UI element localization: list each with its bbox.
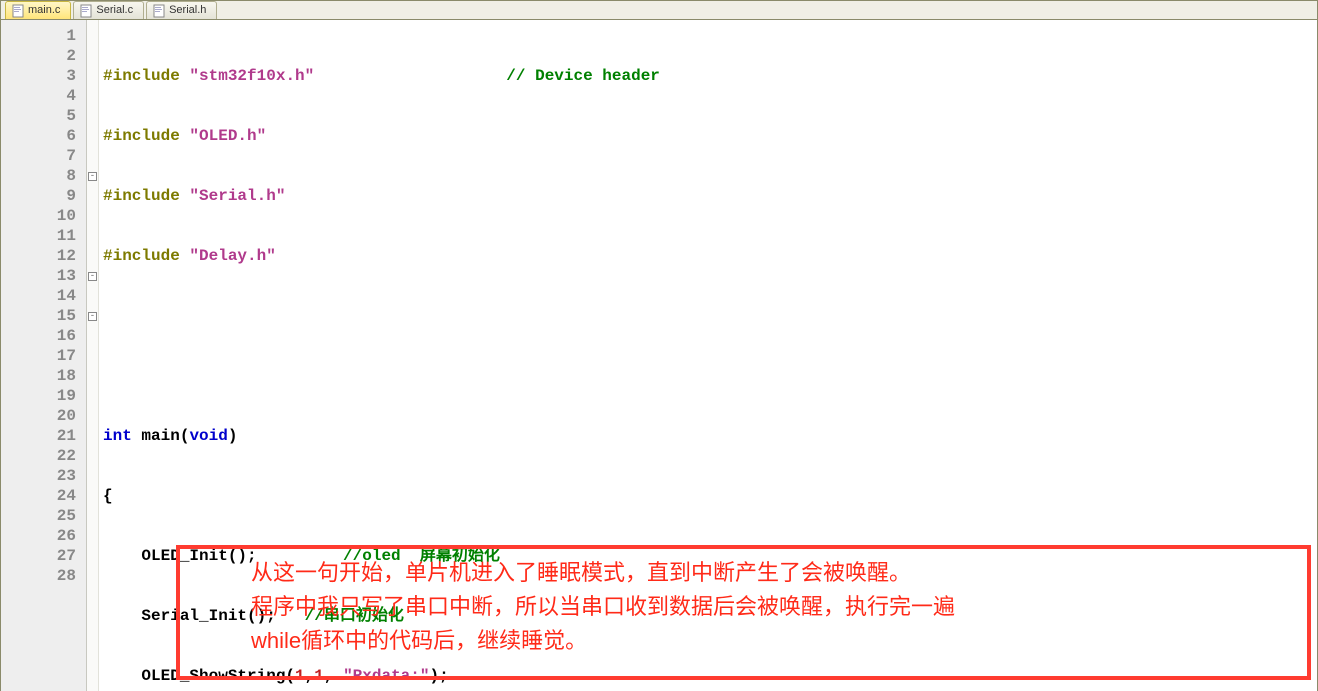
tab-bar: main.c Serial.c Serial.h bbox=[1, 1, 1317, 20]
code-line: OLED_Init(); //oled 屏幕初始化 bbox=[103, 546, 1317, 566]
fold-cell bbox=[87, 326, 98, 346]
fold-cell bbox=[87, 206, 98, 226]
line-number: 24 bbox=[1, 486, 76, 506]
line-number: 3 bbox=[1, 66, 76, 86]
tab-serial-h[interactable]: Serial.h bbox=[146, 1, 217, 19]
line-number: 13 bbox=[1, 266, 76, 286]
line-number: 4 bbox=[1, 86, 76, 106]
fold-cell bbox=[87, 426, 98, 446]
line-number: 15 bbox=[1, 306, 76, 326]
line-number: 27 bbox=[1, 546, 76, 566]
fold-cell bbox=[87, 406, 98, 426]
fold-cell bbox=[87, 566, 98, 586]
line-number: 17 bbox=[1, 346, 76, 366]
line-number: 11 bbox=[1, 226, 76, 246]
line-number: 2 bbox=[1, 46, 76, 66]
line-number: 10 bbox=[1, 206, 76, 226]
line-number: 18 bbox=[1, 366, 76, 386]
fold-cell bbox=[87, 446, 98, 466]
fold-cell bbox=[87, 26, 98, 46]
fold-cell bbox=[87, 506, 98, 526]
line-number-gutter: 1234567891011121314151617181920212223242… bbox=[1, 20, 87, 691]
code-line bbox=[103, 366, 1317, 386]
line-number: 12 bbox=[1, 246, 76, 266]
fold-cell bbox=[87, 66, 98, 86]
tab-label: Serial.c bbox=[96, 4, 133, 17]
line-number: 28 bbox=[1, 566, 76, 586]
line-number: 8 bbox=[1, 166, 76, 186]
code-line bbox=[103, 306, 1317, 326]
tab-serial-c[interactable]: Serial.c bbox=[73, 1, 144, 19]
fold-cell bbox=[87, 286, 98, 306]
file-h-icon bbox=[153, 4, 165, 18]
code-line: #include "stm32f10x.h" // Device header bbox=[103, 66, 1317, 86]
code-line: #include "Delay.h" bbox=[103, 246, 1317, 266]
fold-cell bbox=[87, 146, 98, 166]
fold-cell: - bbox=[87, 266, 98, 286]
code-editor[interactable]: 1234567891011121314151617181920212223242… bbox=[1, 20, 1317, 691]
line-number: 25 bbox=[1, 506, 76, 526]
line-number: 20 bbox=[1, 406, 76, 426]
fold-toggle-icon[interactable]: - bbox=[88, 272, 97, 281]
tab-main-c[interactable]: main.c bbox=[5, 1, 71, 19]
fold-cell: - bbox=[87, 306, 98, 326]
fold-cell bbox=[87, 466, 98, 486]
fold-cell bbox=[87, 546, 98, 566]
tab-label: main.c bbox=[28, 4, 60, 17]
fold-cell bbox=[87, 366, 98, 386]
fold-cell bbox=[87, 386, 98, 406]
file-c-icon bbox=[12, 4, 24, 18]
line-number: 22 bbox=[1, 446, 76, 466]
line-number: 6 bbox=[1, 126, 76, 146]
fold-cell bbox=[87, 86, 98, 106]
code-line: OLED_ShowString(1,1, "Rxdata:"); bbox=[103, 666, 1317, 686]
fold-cell bbox=[87, 346, 98, 366]
line-number: 9 bbox=[1, 186, 76, 206]
fold-cell bbox=[87, 126, 98, 146]
code-line: #include "Serial.h" bbox=[103, 186, 1317, 206]
tab-label: Serial.h bbox=[169, 4, 206, 17]
fold-cell: - bbox=[87, 166, 98, 186]
fold-cell bbox=[87, 226, 98, 246]
line-number: 1 bbox=[1, 26, 76, 46]
file-c-icon bbox=[80, 4, 92, 18]
line-number: 7 bbox=[1, 146, 76, 166]
fold-cell bbox=[87, 106, 98, 126]
line-number: 19 bbox=[1, 386, 76, 406]
fold-column: - - - bbox=[87, 20, 99, 691]
line-number: 23 bbox=[1, 466, 76, 486]
line-number: 14 bbox=[1, 286, 76, 306]
line-number: 5 bbox=[1, 106, 76, 126]
fold-cell bbox=[87, 526, 98, 546]
line-number: 21 bbox=[1, 426, 76, 446]
fold-toggle-icon[interactable]: - bbox=[88, 172, 97, 181]
fold-cell bbox=[87, 46, 98, 66]
editor-window: main.c Serial.c Serial.h 123456789101112… bbox=[0, 0, 1318, 691]
fold-cell bbox=[87, 486, 98, 506]
fold-toggle-icon[interactable]: - bbox=[88, 312, 97, 321]
code-line: { bbox=[103, 486, 1317, 506]
line-number: 16 bbox=[1, 326, 76, 346]
code-line: Serial_Init(); //串口初始化 bbox=[103, 606, 1317, 626]
line-number: 26 bbox=[1, 526, 76, 546]
code-line: #include "OLED.h" bbox=[103, 126, 1317, 146]
fold-cell bbox=[87, 186, 98, 206]
code-area[interactable]: #include "stm32f10x.h" // Device header … bbox=[99, 20, 1317, 691]
fold-cell bbox=[87, 246, 98, 266]
code-line: int main(void) bbox=[103, 426, 1317, 446]
